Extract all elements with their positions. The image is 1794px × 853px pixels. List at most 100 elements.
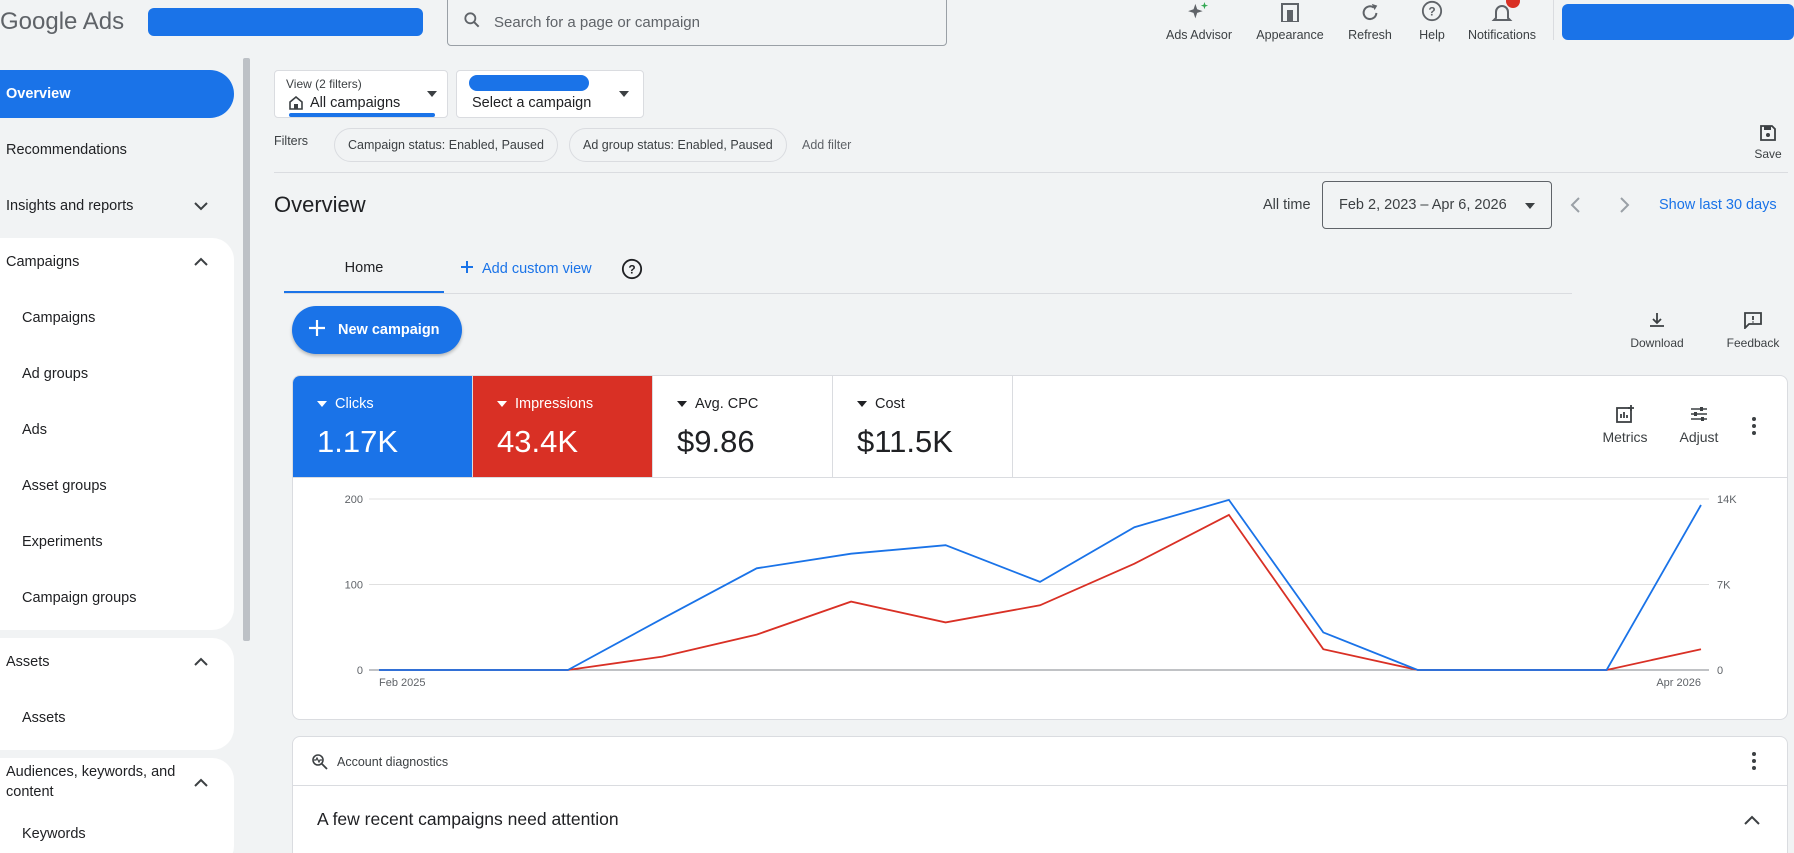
metric-name: Impressions [515, 396, 594, 412]
help-icon: ? [1412, 0, 1452, 22]
metric-value: $9.86 [677, 424, 755, 459]
account-diagnostics-card: Account diagnostics A few recent campaig… [292, 736, 1788, 853]
page-title: Overview [274, 192, 366, 217]
sidebar-item-label: Campaigns [22, 310, 96, 326]
refresh-icon [1345, 0, 1395, 22]
campaign-picker-value: Select a campaign [472, 95, 592, 111]
search-icon [462, 10, 482, 34]
campaign-picker[interactable]: Select a campaign [456, 70, 644, 118]
filter-chip-campaign-status[interactable]: Campaign status: Enabled, Paused [334, 128, 558, 162]
next-period-button[interactable] [1617, 195, 1631, 220]
view-picker[interactable]: View (2 filters) All campaigns [274, 70, 448, 118]
sidebar-item-keywords[interactable]: Keywords [0, 814, 234, 853]
x-tick-end: Apr 2026 [1656, 677, 1701, 689]
adjust-label: Adjust [1679, 429, 1719, 445]
filter-chip-label: Campaign status: Enabled, Paused [348, 138, 544, 152]
diagnostics-title: Account diagnostics [337, 755, 449, 769]
diagnostics-icon [311, 753, 329, 776]
sidebar-item-label: Recommendations [6, 142, 127, 158]
help-button[interactable]: ? Help [1412, 0, 1452, 42]
new-campaign-button[interactable]: New campaign [292, 306, 462, 354]
view-picker-label: View (2 filters) [286, 77, 362, 91]
sidebar-item-label: Overview [6, 86, 71, 102]
show-last-30-days-link[interactable]: Show last 30 days [1659, 197, 1777, 213]
metric-tile-cost[interactable]: Cost $11.5K [833, 376, 1013, 477]
sidebar-item-audiences-header[interactable]: Audiences, keywords, and content [0, 758, 234, 808]
sidebar-item-label: Campaign groups [22, 590, 137, 606]
tabs-divider [284, 293, 1572, 294]
add-filter-button[interactable]: Add filter [802, 138, 851, 152]
google-ads-logo[interactable]: Google Ads [0, 8, 124, 36]
sidebar-item-assets-header[interactable]: Assets [0, 638, 234, 686]
refresh-button[interactable]: Refresh [1345, 0, 1395, 42]
more-vert-icon[interactable] [1751, 751, 1757, 776]
plus-icon [308, 319, 326, 341]
help-circle-icon[interactable]: ? [621, 258, 643, 285]
save-button[interactable]: Save [1748, 124, 1788, 161]
tab-home[interactable]: Home [284, 254, 444, 294]
sidebar-item-ads[interactable]: Ads [0, 406, 234, 454]
sidebar-item-campaign-groups[interactable]: Campaign groups [0, 574, 234, 622]
metric-tile-clicks[interactable]: Clicks 1.17K [293, 376, 473, 477]
feedback-button[interactable]: Feedback [1718, 311, 1788, 350]
sidebar-item-assets[interactable]: Assets [0, 694, 234, 742]
sidebar-scrollbar[interactable] [243, 58, 250, 641]
metric-value: 43.4K [497, 424, 579, 459]
dropdown-arrow-icon [317, 401, 327, 407]
assets-section: Assets Assets [0, 638, 234, 750]
series-line-impressions [379, 513, 1702, 671]
sidebar-item-experiments[interactable]: Experiments [0, 518, 234, 566]
diagnostics-heading: A few recent campaigns need attention [317, 809, 619, 829]
sidebar-item-ad-groups[interactable]: Ad groups [0, 350, 234, 398]
sidebar-item-insights[interactable]: Insights and reports [0, 182, 234, 230]
sidebar-item-campaigns-header[interactable]: Campaigns [0, 238, 234, 286]
sidebar-item-recommendations[interactable]: Recommendations [0, 126, 234, 174]
account-name-redacted [148, 8, 423, 36]
metric-name: Cost [875, 396, 905, 412]
sidebar-item-asset-groups[interactable]: Asset groups [0, 462, 234, 510]
account-info-redacted[interactable] [1562, 4, 1794, 40]
metrics-button[interactable]: Metrics [1595, 404, 1655, 445]
sidebar-item-label: Keywords [22, 826, 86, 842]
top-divider [1553, 0, 1554, 40]
chevron-down-icon [194, 199, 208, 215]
performance-card: Clicks 1.17K Impressions 43.4K Avg. CPC … [292, 375, 1788, 720]
more-vert-icon[interactable] [1751, 416, 1757, 441]
sidebar-item-overview[interactable]: Overview [0, 70, 234, 118]
appearance-button[interactable]: Appearance [1250, 0, 1330, 42]
previous-period-button[interactable] [1569, 195, 1583, 220]
save-label: Save [1754, 147, 1782, 161]
download-label: Download [1630, 336, 1684, 350]
svg-text:?: ? [628, 263, 635, 277]
download-icon [1622, 311, 1692, 332]
y-tick-right: 7K [1717, 580, 1731, 592]
bell-icon [1462, 0, 1542, 22]
add-custom-view-button[interactable]: Add custom view [460, 260, 592, 278]
adjust-button[interactable]: Adjust [1671, 404, 1727, 445]
ads-advisor-button[interactable]: Ads Advisor [1160, 0, 1238, 42]
metric-tile-avg-cpc[interactable]: Avg. CPC $9.86 [653, 376, 833, 477]
view-picker-underline [289, 113, 435, 117]
metric-value: $11.5K [857, 424, 953, 459]
filter-chip-ad-group-status[interactable]: Ad group status: Enabled, Paused [569, 128, 787, 162]
campaign-name-redacted [469, 75, 589, 91]
metric-tile-impressions[interactable]: Impressions 43.4K [473, 376, 653, 477]
dropdown-arrow-icon [497, 401, 507, 407]
performance-chart: 0 0 100 7K 200 14K Feb 2025 Apr 2026 [345, 494, 1738, 689]
notifications-button[interactable]: Notifications [1462, 0, 1542, 42]
search-placeholder: Search for a page or campaign [494, 13, 700, 31]
download-button[interactable]: Download [1622, 311, 1692, 350]
date-range-label: All time [1263, 197, 1311, 213]
search-bar[interactable]: Search for a page or campaign [447, 0, 947, 46]
y-tick-right: 14K [1717, 494, 1737, 506]
chevron-up-icon[interactable] [1743, 813, 1761, 831]
tune-icon [1671, 404, 1727, 427]
date-range-picker[interactable]: Feb 2, 2023 – Apr 6, 2026 [1322, 181, 1552, 229]
dropdown-arrow-icon [1525, 203, 1535, 209]
add-custom-view-label: Add custom view [482, 261, 592, 277]
y-tick-right: 0 [1717, 665, 1723, 677]
diagnostics-divider [293, 785, 1787, 786]
sidebar-item-campaigns[interactable]: Campaigns [0, 294, 234, 342]
audiences-section: Audiences, keywords, and content Keyword… [0, 758, 234, 853]
plus-icon [460, 260, 474, 278]
